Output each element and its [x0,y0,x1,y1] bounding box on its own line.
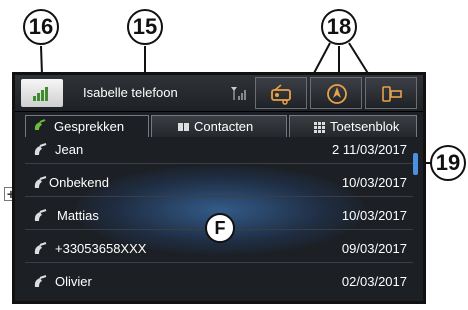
home-button[interactable] [21,79,63,107]
call-name: Onbekend [49,175,109,190]
incoming-call-icon [34,275,47,287]
navigation-mode-button[interactable] [310,77,362,109]
callout-15: 15 [127,9,163,45]
area-f-label: F [205,213,235,243]
book-icon [178,123,189,131]
navigation-compass-icon [327,84,347,104]
handset-icon [34,119,46,130]
outgoing-call-icon [34,143,47,155]
tab-contacten-label: Contacten [194,119,254,134]
tab-bar: Gesprekken Contacten Toetsenblok [25,115,417,137]
phone-screen: Isabelle telefoon Gesprekken Contacten T… [12,72,426,304]
phone-name-label: Isabelle telefoon [83,85,178,100]
tab-gesprekken[interactable]: Gesprekken [25,115,149,137]
call-date: 10/03/2017 [341,208,407,223]
list-item[interactable]: Onbekend 10/03/2017 [25,170,413,196]
outgoing-call-icon [34,209,47,221]
call-date: 02/03/2017 [341,274,407,289]
call-date: 10/03/2017 [341,175,407,190]
outgoing-call-icon [34,176,47,188]
call-name: Olivier [55,274,92,289]
tab-toetsenblok-label: Toetsenblok [330,119,400,134]
callout-16: 16 [23,9,59,45]
signal-strength-icon [231,87,246,100]
radio-car-icon [271,84,291,105]
top-bar: Isabelle telefoon [15,75,423,112]
list-item[interactable]: Jean 2 11/03/2017 [25,137,413,163]
list-item[interactable]: Olivier 02/03/2017 [25,269,413,295]
scrollbar-thumb[interactable] [413,153,418,175]
callout-19: 19 [430,145,466,181]
row-divider [25,196,413,197]
call-date: 2 11/03/2017 [332,142,407,157]
incoming-call-icon [34,242,47,254]
call-date: 09/03/2017 [341,241,407,256]
media-mode-button[interactable] [255,77,307,109]
row-divider [25,262,413,263]
tab-gesprekken-label: Gesprekken [54,119,125,134]
call-name: Mattias [57,208,99,223]
signal-bars-icon [33,87,48,101]
callout-18: 18 [321,9,357,45]
call-name: +33053658XXX [55,241,147,256]
call-name: Jean [55,142,84,157]
phone-mode-button[interactable] [365,77,417,109]
phone-device-icon [382,86,402,102]
tab-toetsenblok[interactable]: Toetsenblok [289,115,417,137]
tab-contacten[interactable]: Contacten [151,115,287,137]
row-divider [25,163,413,164]
keypad-icon [314,122,325,133]
